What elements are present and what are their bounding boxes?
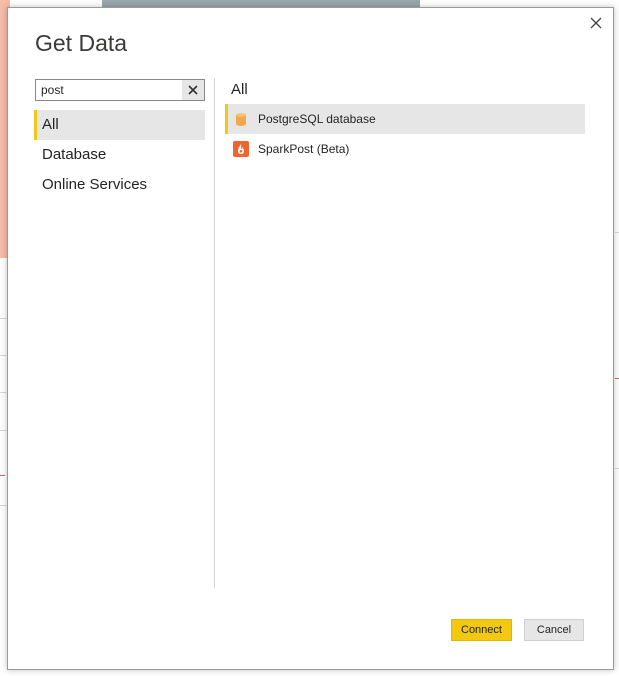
- database-cylinder-icon: [233, 111, 249, 127]
- results-heading: All: [231, 81, 248, 98]
- background-gridline: [0, 318, 6, 319]
- search-box: [35, 79, 205, 101]
- clear-icon: [188, 85, 198, 95]
- get-data-dialog: Get Data All Database Online Services Al…: [7, 7, 614, 670]
- background-gridline: [615, 468, 619, 469]
- background-line: [615, 378, 619, 379]
- search-input[interactable]: [36, 80, 181, 100]
- category-all[interactable]: All: [34, 110, 205, 140]
- sparkpost-flame-icon: [233, 141, 249, 157]
- result-postgresql[interactable]: PostgreSQL database: [225, 104, 585, 134]
- dialog-title: Get Data: [35, 30, 128, 56]
- result-label: PostgreSQL database: [258, 112, 376, 126]
- close-icon: [590, 17, 602, 29]
- connect-button[interactable]: Connect: [451, 619, 512, 641]
- background-gridline: [0, 355, 6, 356]
- result-label: SparkPost (Beta): [258, 142, 350, 156]
- close-button[interactable]: [585, 12, 607, 34]
- category-database[interactable]: Database: [34, 140, 205, 170]
- clear-search-button[interactable]: [182, 80, 204, 100]
- result-sparkpost[interactable]: SparkPost (Beta): [225, 134, 585, 164]
- background-gridline: [0, 392, 6, 393]
- cancel-button[interactable]: Cancel: [524, 619, 584, 641]
- background-gridline: [0, 430, 6, 431]
- results-list: PostgreSQL database SparkPost (Beta): [225, 104, 585, 164]
- background-gridline: [0, 505, 6, 506]
- panel-divider: [214, 78, 215, 588]
- background-line: [0, 475, 5, 476]
- category-online-services[interactable]: Online Services: [34, 170, 205, 200]
- category-list: All Database Online Services: [34, 110, 205, 200]
- background-gridline: [615, 232, 619, 233]
